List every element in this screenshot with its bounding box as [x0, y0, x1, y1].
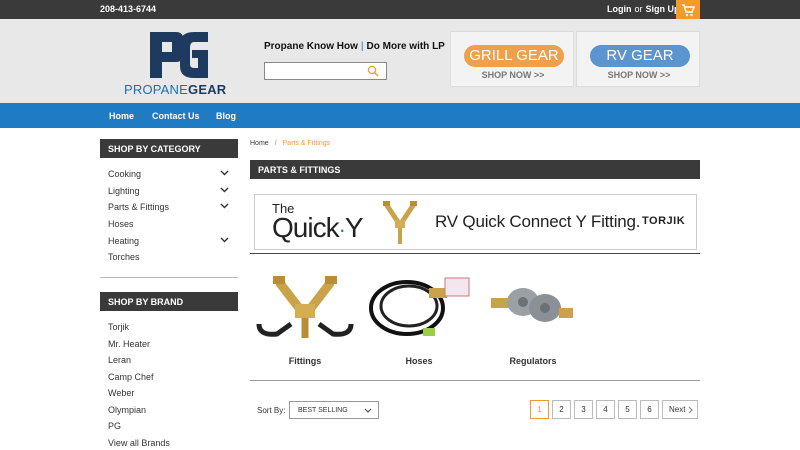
cart-icon [682, 4, 695, 17]
phone-number[interactable]: 208-413-6744 [100, 4, 156, 14]
breadcrumb-home[interactable]: Home [250, 140, 269, 147]
page-6[interactable]: 6 [640, 400, 659, 419]
shop-by-category-heading: SHOP BY CATEGORY [100, 139, 238, 158]
shop-by-brand-heading: SHOP BY BRAND [100, 292, 238, 311]
category-cooking[interactable]: Cooking [108, 169, 141, 179]
cart-button[interactable] [676, 0, 700, 21]
grill-gear-title: GRILL GEAR [464, 45, 564, 67]
page-2[interactable]: 2 [552, 400, 571, 419]
page-5[interactable]: 5 [618, 400, 637, 419]
category-hoses[interactable]: Hoses [108, 219, 134, 229]
nav-blog[interactable]: Blog [216, 111, 236, 121]
header-links: Propane Know How | Do More with LP [264, 41, 445, 52]
chevron-down-icon[interactable] [220, 170, 229, 176]
sort-select[interactable]: BEST SELLING [289, 401, 379, 419]
brand-item[interactable]: Mr. Heater [108, 339, 150, 349]
brand-item[interactable]: Olympian [108, 405, 146, 415]
category-torches[interactable]: Torches [108, 252, 140, 262]
subcategory-hoses[interactable]: Hoses [365, 356, 473, 366]
sort-label: Sort By: [257, 406, 286, 415]
sidebar-divider [100, 277, 238, 278]
view-all-brands-link[interactable]: View all Brands [108, 438, 170, 448]
sort-value: BEST SELLING [298, 407, 348, 414]
category-parts-fittings[interactable]: Parts & Fittings [108, 202, 169, 212]
rv-gear-title: RV GEAR [590, 45, 690, 67]
site-logo[interactable]: PROPANEGEAR [124, 30, 234, 97]
or-text: or [634, 4, 643, 14]
chevron-down-icon[interactable] [220, 187, 229, 193]
regulators-image[interactable] [479, 272, 587, 344]
banner-divider [250, 253, 700, 254]
chevron-down-icon[interactable] [220, 237, 229, 243]
page-3[interactable]: 3 [574, 400, 593, 419]
brand-item[interactable]: Weber [108, 388, 134, 398]
site-header: PROPANEGEAR Propane Know How | Do More wit… [0, 19, 800, 103]
next-page-button[interactable]: Next [662, 400, 698, 419]
search-icon[interactable] [367, 65, 379, 77]
shop-now-label: SHOP NOW >> [607, 70, 671, 80]
account-links: Login or Sign Up [607, 4, 680, 14]
main-nav: Home Contact Us Blog [0, 103, 800, 128]
content-divider [250, 380, 700, 381]
category-heating[interactable]: Heating [108, 236, 139, 246]
brand-item[interactable]: Torjik [108, 322, 129, 332]
breadcrumb-current: Parts & Fittings [282, 140, 331, 147]
quick-y-banner[interactable]: The Quick·Y RV Quick Connect Y Fitting. … [254, 194, 697, 250]
do-more-link[interactable]: Do More with LP [367, 41, 445, 52]
nav-contact-us[interactable]: Contact Us [152, 111, 200, 121]
brand-item[interactable]: Camp Chef [108, 372, 154, 382]
subcategory-regulators[interactable]: Regulators [479, 356, 587, 366]
chevron-down-icon [364, 408, 372, 413]
signup-link[interactable]: Sign Up [646, 4, 680, 14]
search-input[interactable] [264, 62, 387, 80]
login-link[interactable]: Login [607, 4, 632, 14]
rv-gear-promo[interactable]: RV GEAR SHOP NOW >> [576, 31, 700, 87]
shop-now-label: SHOP NOW >> [481, 70, 545, 80]
category-lighting[interactable]: Lighting [108, 186, 140, 196]
logo-text: PROPANEGEAR [124, 82, 227, 97]
page-4[interactable]: 4 [596, 400, 615, 419]
link-separator: | [360, 41, 364, 52]
brand-item[interactable]: Leran [108, 355, 131, 365]
subcategory-fittings[interactable]: Fittings [251, 356, 359, 366]
know-how-link[interactable]: Propane Know How [264, 41, 358, 52]
breadcrumb-separator: / [274, 140, 277, 147]
breadcrumb: Home / Parts & Fittings [250, 140, 330, 147]
banner-brand: TORJIK [642, 215, 686, 227]
pg-logo-icon [150, 32, 208, 78]
next-label: Next [669, 405, 686, 414]
page-title: PARTS & FITTINGS [250, 160, 700, 179]
y-fitting-image [383, 201, 417, 244]
chevron-right-icon [688, 406, 693, 414]
banner-text: RV Quick Connect Y Fitting. [435, 212, 641, 231]
page-1[interactable]: 1 [530, 400, 549, 419]
grill-gear-promo[interactable]: GRILL GEAR SHOP NOW >> [450, 31, 574, 87]
fittings-image[interactable] [251, 272, 359, 344]
chevron-down-icon[interactable] [220, 203, 229, 209]
nav-home[interactable]: Home [109, 111, 134, 121]
brand-item[interactable]: PG [108, 421, 121, 431]
banner-quick-y: Quick·Y [272, 212, 364, 243]
hoses-image[interactable] [365, 272, 473, 344]
